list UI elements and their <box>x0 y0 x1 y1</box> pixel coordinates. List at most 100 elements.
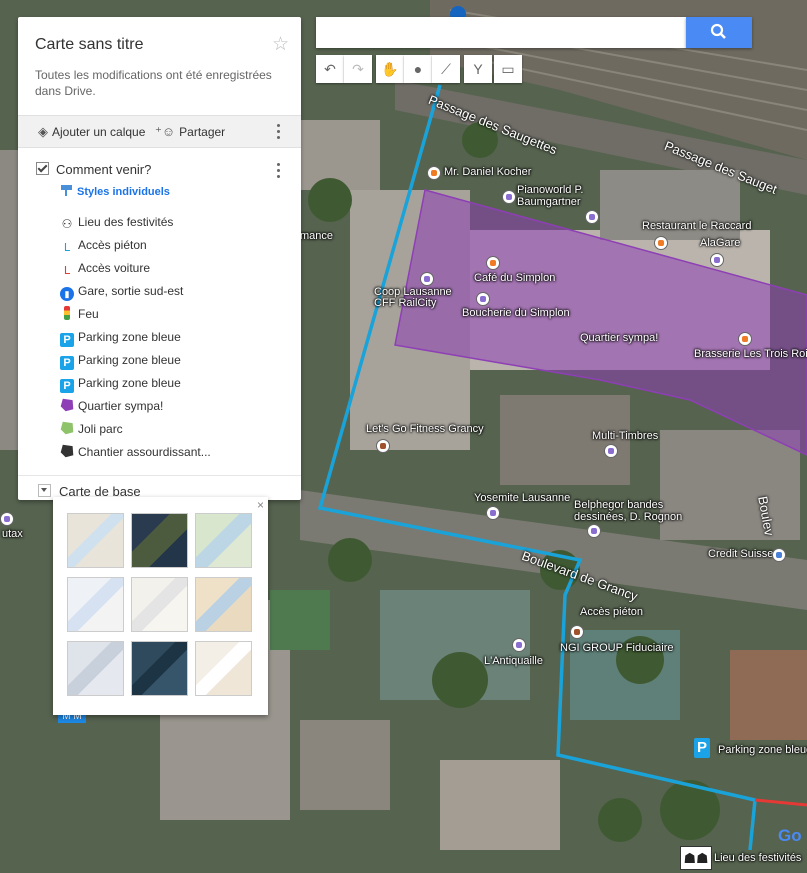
feature-item[interactable]: P Parking zone bleue <box>60 374 181 393</box>
draw-line-button[interactable]: ⟋ <box>432 55 460 83</box>
parking-marker-icon[interactable]: P <box>694 738 710 758</box>
divider <box>18 475 301 476</box>
layer-visibility-checkbox[interactable] <box>36 162 49 175</box>
save-status: Toutes les modifications ont été enregis… <box>35 68 272 98</box>
poi-marker[interactable] <box>502 190 516 204</box>
feature-label: Accès voiture <box>78 261 151 275</box>
feature-item[interactable]: ᒪ Accès voiture <box>60 259 150 277</box>
styles-link-label: Styles individuels <box>77 186 170 198</box>
poi-label[interactable]: Credit Suisse <box>708 548 773 560</box>
dark-landmass-style-thumbnail[interactable] <box>131 641 188 696</box>
poi-label[interactable]: Café du Simplon <box>474 272 555 284</box>
poi-marker[interactable] <box>585 210 599 224</box>
search-input[interactable] <box>316 17 686 48</box>
poi-label[interactable]: mance <box>300 230 333 242</box>
poi-label[interactable]: Let's Go Fitness Grancy <box>366 423 484 435</box>
feature-item[interactable]: P Parking zone bleue <box>60 328 181 347</box>
poi-label[interactable]: Pianoworld P. Baumgartner <box>517 184 597 208</box>
feature-label: Accès piéton <box>78 238 147 252</box>
poi-marker[interactable] <box>570 625 584 639</box>
poi-label[interactable]: AlaGare <box>700 237 740 249</box>
festival-marker-icon[interactable]: ☗☗ <box>680 846 712 870</box>
poi-marker[interactable] <box>0 512 14 526</box>
poi-marker[interactable] <box>420 272 434 286</box>
paint-roller-icon <box>61 185 72 196</box>
feature-label: Quartier sympa! <box>78 399 164 413</box>
google-logo: Go <box>778 826 802 845</box>
light-political-style-thumbnail[interactable] <box>67 577 124 632</box>
polygon-icon <box>60 421 74 435</box>
ruler-icon: ▭ <box>501 61 515 77</box>
layers-icon: ◈ <box>38 124 48 139</box>
layer-name[interactable]: Comment venir? <box>56 162 151 177</box>
feature-item[interactable]: ▮ Gare, sortie sud-est <box>60 282 184 301</box>
poi-marker[interactable] <box>376 439 390 453</box>
poi-marker[interactable] <box>738 332 752 346</box>
poi-marker[interactable] <box>427 166 441 180</box>
feature-item[interactable]: P Parking zone bleue <box>60 351 181 370</box>
pan-tool-button[interactable]: ✋ <box>376 55 404 83</box>
undo-button[interactable]: ↶ <box>316 55 344 83</box>
mono-city-style-thumbnail[interactable] <box>131 577 188 632</box>
poi-label[interactable]: Lieu des festivités <box>714 852 801 864</box>
feature-item[interactable]: ᒪ Accès piéton <box>60 236 147 254</box>
feature-label: Lieu des festivités <box>78 215 174 229</box>
share-button[interactable]: ⁺☺ Partager <box>155 116 225 147</box>
feature-label: Chantier assourdissant... <box>78 445 211 459</box>
whitewater-style-thumbnail[interactable] <box>195 641 252 696</box>
measure-button[interactable]: ▭ <box>494 55 522 83</box>
poi-label[interactable]: Mr. Daniel Kocher <box>444 166 531 178</box>
feature-label: Joli parc <box>78 422 123 436</box>
poi-label[interactable]: Brasserie Les Trois Rois <box>694 348 807 360</box>
feature-item[interactable]: Feu <box>60 305 99 323</box>
poi-marker[interactable] <box>710 253 724 267</box>
add-marker-button[interactable]: ● <box>404 55 432 83</box>
poi-label[interactable]: L'Antiquaille <box>484 655 543 667</box>
close-icon[interactable]: × <box>257 498 264 512</box>
layer-header[interactable]: Comment venir? <box>36 162 151 177</box>
poi-marker[interactable] <box>654 236 668 250</box>
poi-label[interactable]: Parking zone bleue <box>718 744 807 756</box>
poi-label[interactable]: Multi-Timbres <box>592 430 658 442</box>
parking-icon: P <box>60 379 74 393</box>
poi-label[interactable]: Boucherie du Simplon <box>462 307 570 319</box>
train-icon: ▮ <box>60 287 74 301</box>
feature-item[interactable]: Chantier assourdissant... <box>60 443 211 461</box>
poi-label[interactable]: Coop Lausanne CFF RailCity <box>374 287 454 309</box>
satellite-style-thumbnail[interactable] <box>131 513 188 568</box>
light-landmass-style-thumbnail[interactable] <box>67 641 124 696</box>
poi-marker[interactable] <box>772 548 786 562</box>
poi-label[interactable]: Yosemite Lausanne <box>474 492 570 504</box>
poi-label[interactable]: Restaurant le Raccard <box>642 220 751 232</box>
poi-label[interactable]: Accès piéton <box>580 606 643 618</box>
poi-marker[interactable] <box>476 292 490 306</box>
poi-marker[interactable] <box>512 638 526 652</box>
redo-button[interactable]: ↷ <box>344 55 372 83</box>
poi-marker[interactable] <box>486 256 500 270</box>
feature-item[interactable]: Quartier sympa! <box>60 397 163 415</box>
poi-marker[interactable] <box>587 524 601 538</box>
directions-button[interactable]: Y <box>464 55 492 83</box>
poi-marker[interactable] <box>604 444 618 458</box>
feature-label: Gare, sortie sud-est <box>78 284 184 298</box>
feature-item[interactable]: Joli parc <box>60 420 123 438</box>
poi-label[interactable]: Belphegor bandes dessinées, D. Rognon <box>574 499 684 523</box>
add-layer-button[interactable]: ◈ Ajouter un calque <box>38 116 145 147</box>
layer-options-icon[interactable] <box>277 163 281 181</box>
poi-label[interactable]: NGI GROUP Fiduciaire <box>560 642 674 654</box>
map-style-thumbnail[interactable] <box>67 513 124 568</box>
poi-label[interactable]: Quartier sympa! <box>580 332 658 344</box>
styles-link[interactable]: Styles individuels <box>61 185 170 198</box>
map-title[interactable]: Carte sans titre <box>35 36 143 54</box>
star-icon[interactable]: ☆ <box>272 33 289 56</box>
more-options-icon[interactable] <box>277 124 281 142</box>
search-button[interactable] <box>686 17 752 48</box>
feature-item[interactable]: ⚇ Lieu des festivités <box>60 213 174 231</box>
terrain-style-thumbnail[interactable] <box>195 513 252 568</box>
chevron-down-icon <box>38 484 51 497</box>
poi-marker[interactable] <box>486 506 500 520</box>
marker-icon: ● <box>413 61 423 77</box>
simple-atlas-style-thumbnail[interactable] <box>195 577 252 632</box>
feature-label: Parking zone bleue <box>78 376 181 390</box>
directions-icon: Y <box>473 61 483 77</box>
